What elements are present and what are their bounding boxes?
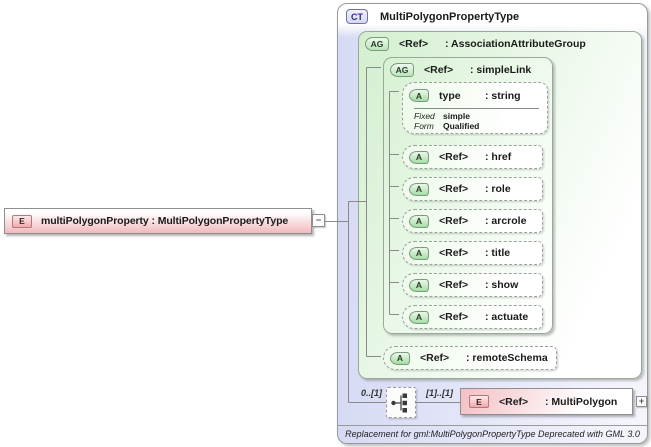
attribute-ref: <Ref> [420,352,450,364]
attribute-name: : role [485,183,511,195]
attribute-ref: <Ref> [439,183,469,195]
attribute-box-title[interactable]: A <Ref> : title [402,241,543,265]
element-box-multipolygon[interactable]: E <Ref> : MultiPolygon [460,388,633,415]
element-ref: <Ref> [499,395,529,408]
attributegroup-ref: <Ref> [424,64,454,76]
attribute-box-arcrole[interactable]: A <Ref> : arcrole [402,209,543,233]
attribute-icon: A [409,182,429,196]
element-label: multiPolygonProperty : MultiPolygonPrope… [41,215,289,227]
attribute-box-type[interactable]: A type : string Fixed simple Form Qualif… [402,82,548,134]
attribute-box-show[interactable]: A <Ref> : show [402,273,543,297]
attributegroup-header: AG <Ref> : simpleLink [384,58,552,82]
complextype-header: CT MultiPolygonPropertyType [346,9,519,24]
attribute-icon: A [409,246,429,260]
complextype-title: MultiPolygonPropertyType [380,10,520,23]
element-name: : MultiPolygon [545,395,618,408]
attribute-header: A type : string [403,83,547,108]
attribute-ref: <Ref> [439,311,469,323]
element-icon: E [469,395,489,408]
attribute-name: : actuate [485,311,529,323]
attributegroup-name: : simpleLink [470,64,532,76]
attribute-ref: <Ref> [439,151,469,163]
expand-button[interactable]: + [636,396,647,407]
attribute-ref: <Ref> [439,215,469,227]
attributegroup-header: AG <Ref> : AssociationAttributeGroup [359,32,641,56]
attribute-name: : arcrole [485,215,527,227]
attribute-ref: <Ref> [439,247,469,259]
attribute-icon: A [390,351,410,365]
sequence-compositor-icon[interactable] [386,387,416,418]
attribute-box-role[interactable]: A <Ref> : role [402,177,543,201]
attributegroup-ref: <Ref> [399,38,429,50]
attributegroup-icon: AG [365,37,389,51]
annotation-divider [338,425,647,426]
element-box-multipolygonproperty[interactable]: E multiPolygonProperty : MultiPolygonPro… [4,208,312,234]
attribute-icon: A [409,89,429,102]
complextype-box[interactable]: CT MultiPolygonPropertyType AG <Ref> : A… [337,3,648,444]
attribute-facets: Fixed simple Form Qualified [414,108,539,131]
cardinality-left: 0..[1] [360,388,382,398]
element-icon: E [12,214,32,228]
attribute-name: : remoteSchema [466,352,548,364]
attribute-name: : title [485,247,511,259]
attributegroup-icon: AG [390,63,414,77]
schema-diagram: E multiPolygonProperty : MultiPolygonPro… [0,0,651,447]
attribute-icon: A [409,214,429,228]
attribute-icon: A [409,150,429,164]
attribute-datatype: : string [485,89,521,102]
sequence-glyph [391,393,407,412]
attribute-box-remoteschema[interactable]: A <Ref> : remoteSchema [383,346,557,370]
collapse-button[interactable]: − [312,214,325,227]
annotation-text: Replacement for gml:MultiPolygonProperty… [345,429,640,439]
attributegroup-name: : AssociationAttributeGroup [445,38,586,50]
facet-fixed: Fixed simple [414,111,470,121]
attribute-icon: A [409,310,429,324]
attribute-name: type [439,89,461,102]
attribute-box-href[interactable]: A <Ref> : href [402,145,543,169]
attributegroup-box-simplelink[interactable]: AG <Ref> : simpleLink A type : string Fi… [383,57,553,334]
attribute-ref: <Ref> [439,279,469,291]
attribute-icon: A [409,278,429,292]
cardinality-right: [1]..[1] [426,388,453,398]
attribute-box-actuate[interactable]: A <Ref> : actuate [402,305,543,329]
attribute-name: : href [485,151,512,163]
attribute-name: : show [485,279,519,291]
complextype-icon: CT [346,9,368,24]
facet-form: Form Qualified [414,121,480,131]
attributegroup-box-association[interactable]: AG <Ref> : AssociationAttributeGroup AG … [358,31,642,379]
